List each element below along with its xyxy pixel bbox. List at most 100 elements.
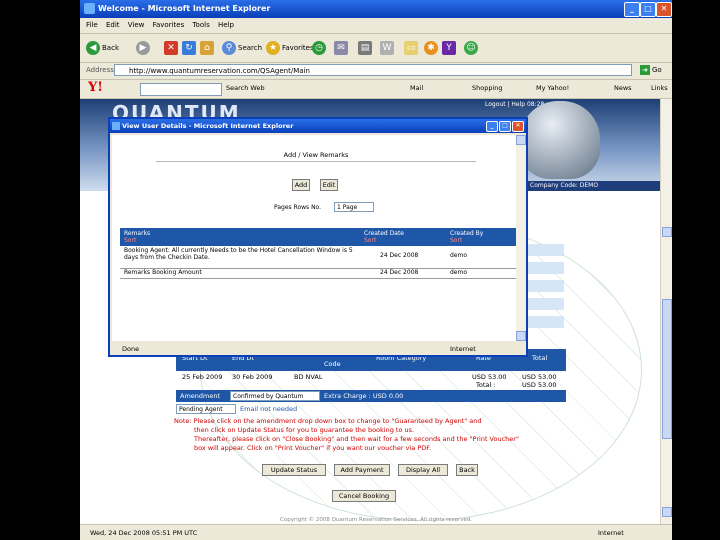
stop-button[interactable]: ✕ bbox=[164, 40, 178, 56]
history-icon: ◷ bbox=[312, 41, 326, 55]
popup-scrollbar[interactable] bbox=[516, 135, 526, 341]
close-button[interactable]: ✕ bbox=[656, 2, 672, 17]
refresh-button[interactable]: ↻ bbox=[182, 40, 196, 56]
edit-button[interactable]: W bbox=[380, 40, 394, 56]
forward-button[interactable]: ▶ bbox=[136, 40, 150, 56]
back-page-button[interactable]: Back bbox=[456, 464, 478, 476]
status-text: Wed, 24 Dec 2008 05:51 PM UTC bbox=[90, 529, 198, 537]
col-created-date: Created Date bbox=[364, 230, 404, 237]
menu-help[interactable]: Help bbox=[218, 18, 234, 33]
agent-status-select[interactable]: Pending Agent bbox=[176, 404, 236, 414]
col-created-by: Created By bbox=[450, 230, 484, 237]
print-button[interactable]: ▤ bbox=[358, 40, 372, 56]
print-icon: ▤ bbox=[358, 41, 372, 55]
yahoo-search-input[interactable] bbox=[140, 83, 222, 96]
popup-close-button[interactable]: ✕ bbox=[512, 121, 524, 132]
update-status-button[interactable]: Update Status bbox=[262, 464, 326, 476]
edit-page-icon: W bbox=[380, 41, 394, 55]
go-arrow-icon: ➜ bbox=[640, 65, 650, 75]
scroll-up-arrow-icon[interactable] bbox=[662, 227, 672, 237]
favorites-button[interactable]: ★ Favorites bbox=[266, 40, 314, 56]
window-title: Welcome - Microsoft Internet Explorer bbox=[98, 4, 271, 13]
yahoo-shopping-button[interactable]: Shopping bbox=[472, 84, 503, 92]
popup-body: Add / View Remarks Add Edit Pages Rows N… bbox=[112, 135, 516, 341]
remark-row: Booking Agent: All currently Needs to be… bbox=[120, 246, 516, 269]
menu-tools[interactable]: Tools bbox=[192, 18, 209, 33]
display-all-button[interactable]: Display All bbox=[398, 464, 448, 476]
refresh-icon: ↻ bbox=[182, 41, 196, 55]
research-icon: ✱ bbox=[424, 41, 438, 55]
home-button[interactable]: ⌂ bbox=[200, 40, 214, 56]
yahoo-mail-button[interactable]: Mail bbox=[410, 84, 423, 92]
forward-arrow-icon: ▶ bbox=[136, 41, 150, 55]
popup-maximize-button[interactable]: □ bbox=[499, 121, 511, 132]
popup-status-text: Done bbox=[122, 345, 140, 353]
page-content: QUANTUM Logout | Help 08:28 Company Code… bbox=[80, 99, 660, 524]
msn-messenger-button[interactable]: ☺ bbox=[464, 40, 478, 56]
back-button[interactable]: ◀ Back bbox=[86, 40, 119, 56]
menu-view[interactable]: View bbox=[128, 18, 145, 33]
col-code: Code bbox=[324, 360, 341, 368]
mouse-graphic bbox=[520, 101, 600, 179]
address-input[interactable]: http://www.quantumreservation.com/QSAgen… bbox=[114, 64, 632, 76]
sort-remarks-link[interactable]: Sort bbox=[124, 237, 136, 244]
page-scrollbar[interactable] bbox=[660, 99, 672, 524]
favorites-label: Favorites bbox=[282, 44, 314, 52]
discuss-icon: ▭ bbox=[404, 41, 418, 55]
back-label: Back bbox=[102, 44, 119, 52]
yahoo-news-button[interactable]: News bbox=[614, 84, 632, 92]
menu-file[interactable]: File bbox=[86, 18, 98, 33]
discuss-button[interactable]: ▭ bbox=[404, 40, 418, 56]
remark-date: 24 Dec 2008 bbox=[380, 269, 419, 276]
popup-minimize-button[interactable]: _ bbox=[486, 121, 498, 132]
remark-date: 24 Dec 2008 bbox=[380, 252, 419, 259]
scroll-down-arrow-icon[interactable] bbox=[662, 507, 672, 517]
scroll-thumb[interactable] bbox=[662, 299, 672, 439]
edit-remark-button[interactable]: Edit bbox=[320, 179, 338, 191]
address-bar: Address http://www.quantumreservation.co… bbox=[80, 63, 672, 80]
total-label: Total : bbox=[476, 381, 496, 389]
popup-scroll-up-arrow-icon[interactable] bbox=[516, 135, 526, 145]
popup-statusbar: Done Internet bbox=[110, 343, 526, 355]
popup-scroll-down-arrow-icon[interactable] bbox=[516, 331, 526, 341]
rows-per-page-select[interactable]: 1 Page bbox=[334, 202, 374, 212]
search-label: Search bbox=[238, 44, 263, 52]
yahoo-messenger-button[interactable]: Y bbox=[442, 40, 456, 56]
remark-row: Remarks Booking Amount 24 Dec 2008 demo bbox=[120, 268, 516, 279]
go-button[interactable]: ➜ Go bbox=[640, 64, 668, 77]
maximize-button[interactable]: □ bbox=[640, 2, 656, 17]
sort-date-link[interactable]: Sort bbox=[364, 237, 376, 244]
menu-favorites[interactable]: Favorites bbox=[153, 18, 185, 33]
mail-button[interactable]: ✉ bbox=[334, 40, 348, 56]
remarks-table-header: Remarks Sort Created Date Sort Created B… bbox=[120, 228, 516, 246]
history-button[interactable]: ◷ bbox=[312, 40, 326, 56]
minimize-button[interactable]: _ bbox=[624, 2, 640, 17]
remarks-popup-window: View User Details - Microsoft Internet E… bbox=[108, 117, 528, 357]
go-label: Go bbox=[652, 66, 662, 74]
yahoo-logo[interactable]: Y! bbox=[88, 80, 103, 95]
amendment-label: Amendment bbox=[180, 392, 221, 400]
search-button[interactable]: ⚲ Search bbox=[222, 40, 262, 56]
amendment-select[interactable]: Confirmed by Quantum bbox=[230, 391, 320, 401]
add-remark-button[interactable]: Add bbox=[292, 179, 310, 191]
yahoo-search-web-button[interactable]: Search Web bbox=[226, 84, 265, 92]
menu-bar: File Edit View Favorites Tools Help bbox=[80, 18, 672, 34]
cancel-booking-button[interactable]: Cancel Booking bbox=[332, 490, 396, 502]
note-line: box will appear. Click on "Print Voucher… bbox=[194, 444, 432, 452]
popup-zone: Internet bbox=[450, 345, 476, 353]
col-remarks: Remarks bbox=[124, 230, 151, 237]
menu-edit[interactable]: Edit bbox=[106, 18, 120, 33]
links-button[interactable]: Links bbox=[651, 84, 668, 92]
stop-icon: ✕ bbox=[164, 41, 178, 55]
amendment-bar: Amendment Confirmed by Quantum Extra Cha… bbox=[176, 390, 566, 402]
research-button[interactable]: ✱ bbox=[424, 40, 438, 56]
yahoo-my-yahoo-button[interactable]: My Yahoo! bbox=[536, 84, 569, 92]
back-arrow-icon: ◀ bbox=[86, 41, 100, 55]
status-bar: Wed, 24 Dec 2008 05:51 PM UTC Internet bbox=[80, 524, 672, 540]
note-line: then click on Update Status for you to g… bbox=[194, 426, 415, 434]
remark-author: demo bbox=[450, 252, 468, 259]
yahoo-toolbar: Y! Search Web Mail Shopping My Yahoo! Ne… bbox=[80, 80, 672, 99]
sort-by-link[interactable]: Sort bbox=[450, 237, 462, 244]
add-payment-button[interactable]: Add Payment bbox=[334, 464, 390, 476]
remark-text: Remarks Booking Amount bbox=[124, 269, 202, 276]
